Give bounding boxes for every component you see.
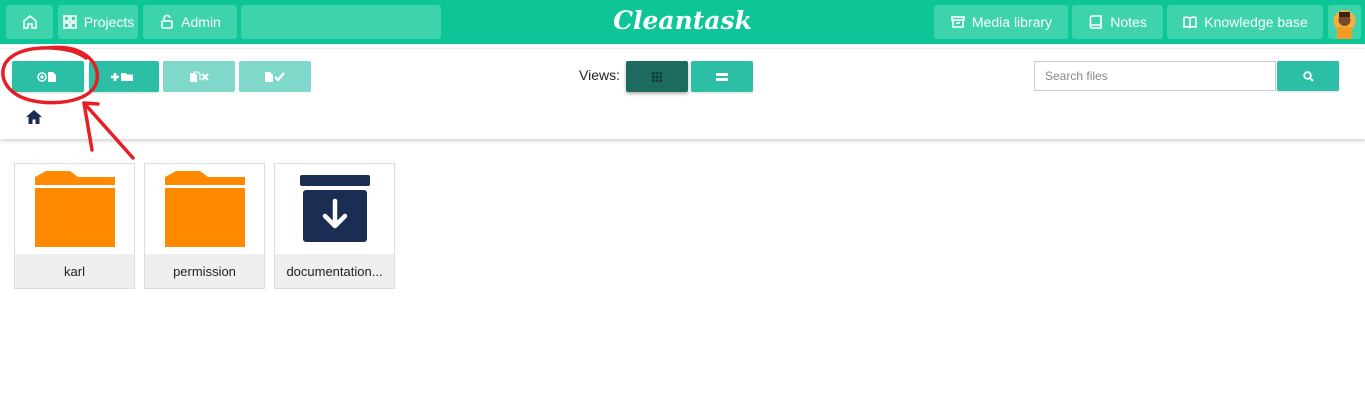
- nav-empty-button[interactable]: [241, 5, 441, 39]
- file-tile-archive[interactable]: documentation...: [274, 163, 395, 289]
- upload-file-button[interactable]: [12, 61, 84, 92]
- search-button[interactable]: [1277, 61, 1339, 91]
- search-input[interactable]: [1034, 61, 1276, 91]
- add-folder-icon: [111, 72, 133, 81]
- projects-button[interactable]: Projects: [58, 5, 138, 39]
- home-icon: [22, 14, 37, 29]
- folder-thumbnail: [145, 164, 264, 254]
- delete-files-button[interactable]: [163, 61, 235, 92]
- media-library-button[interactable]: Media library: [934, 5, 1068, 39]
- file-tile-folder[interactable]: karl: [14, 163, 135, 289]
- projects-label: Projects: [83, 14, 135, 30]
- home-button[interactable]: [6, 5, 53, 39]
- knowledge-base-button[interactable]: Knowledge base: [1167, 5, 1323, 39]
- knowledge-base-label: Knowledge base: [1204, 14, 1308, 30]
- list-view-button[interactable]: [691, 61, 753, 92]
- notes-button[interactable]: Notes: [1072, 5, 1163, 39]
- folder-icon: [34, 171, 115, 247]
- select-files-icon: [265, 71, 285, 82]
- archive-icon: [951, 16, 965, 28]
- book-icon: [1089, 15, 1103, 29]
- file-tile-folder[interactable]: permission: [144, 163, 265, 289]
- admin-button[interactable]: Admin: [143, 5, 237, 39]
- delete-files-icon: [190, 71, 209, 82]
- file-name: documentation...: [275, 254, 394, 288]
- breadcrumb-home-icon[interactable]: [25, 108, 43, 126]
- folder-thumbnail: [15, 164, 134, 254]
- select-files-button[interactable]: [239, 61, 311, 92]
- media-library-label: Media library: [971, 14, 1053, 30]
- file-name: permission: [145, 254, 264, 288]
- folder-icon: [164, 171, 245, 247]
- file-name: karl: [15, 254, 134, 288]
- avatar-icon: [1333, 10, 1356, 39]
- unlock-icon: [161, 14, 173, 29]
- archive-thumbnail: [275, 164, 394, 254]
- user-avatar[interactable]: [1328, 5, 1361, 39]
- views-label: Views:: [579, 67, 620, 83]
- grid-icon: [652, 71, 662, 82]
- open-book-icon: [1183, 16, 1198, 29]
- archive-download-icon: [299, 175, 370, 242]
- notes-label: Notes: [1110, 14, 1147, 30]
- search-icon: [1302, 70, 1314, 82]
- new-folder-button[interactable]: [89, 61, 159, 92]
- grid-view-button[interactable]: [626, 61, 688, 92]
- admin-label: Admin: [181, 14, 221, 30]
- upload-file-icon: [37, 71, 56, 82]
- list-icon: [716, 72, 728, 81]
- grid-icon: [62, 15, 77, 29]
